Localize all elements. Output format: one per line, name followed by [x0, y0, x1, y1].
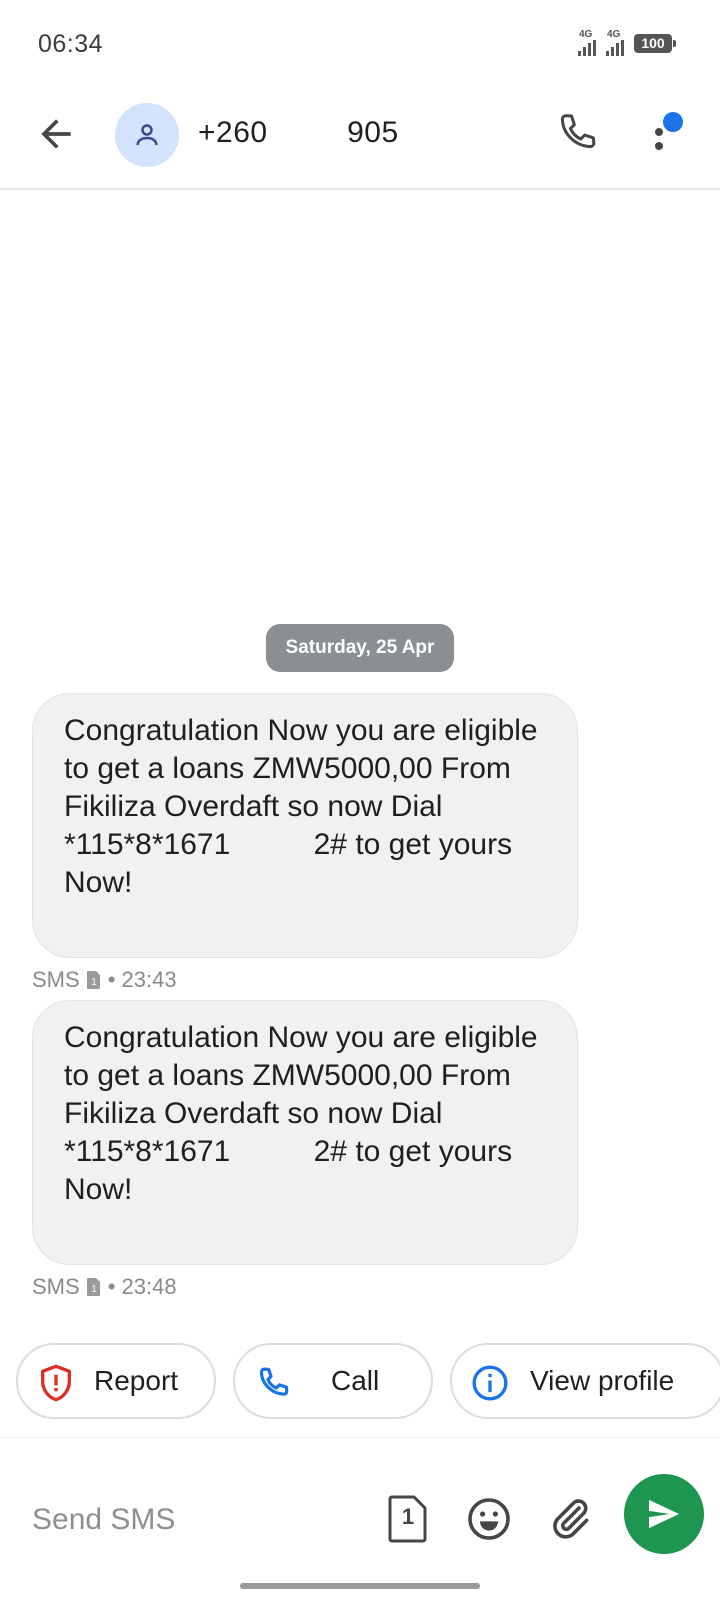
date-separator: Saturday, 25 Apr: [266, 624, 454, 672]
status-time: 06:34: [38, 30, 104, 58]
attach-button[interactable]: [546, 1495, 594, 1543]
send-button[interactable]: [624, 1474, 704, 1554]
message-bubble[interactable]: Congratulation Now you are eligible to g…: [32, 1000, 578, 1265]
back-arrow-icon: [41, 119, 71, 149]
avatar[interactable]: [115, 103, 179, 167]
status-icons: 4G 4G 100: [578, 30, 676, 56]
battery-icon: 100: [634, 33, 676, 53]
network-type-label: 4G: [607, 29, 621, 40]
svg-text:1: 1: [91, 977, 97, 988]
signal-icon: 4G: [578, 30, 596, 56]
message-meta: SMS 1 • 23:48: [32, 1274, 177, 1300]
paperclip-icon: [553, 1499, 589, 1539]
view-profile-chip-label: View profile: [530, 1365, 675, 1396]
sim-number: 1: [401, 1504, 415, 1529]
person-icon: [136, 124, 158, 146]
home-indicator[interactable]: [240, 1583, 480, 1589]
view-profile-chip[interactable]: View profile: [450, 1343, 720, 1419]
message-bubble[interactable]: Congratulation Now you are eligible to g…: [32, 693, 578, 958]
message-input[interactable]: [32, 1496, 352, 1544]
message-time: • 23:43: [107, 967, 177, 992]
svg-text:1: 1: [91, 1284, 97, 1295]
phone-icon: [560, 114, 596, 149]
back-button[interactable]: [34, 112, 78, 156]
notification-dot: [663, 112, 683, 132]
call-chip-label: Call: [331, 1365, 380, 1396]
network-type-label: 4G: [579, 29, 593, 40]
message-type: SMS: [32, 967, 80, 992]
sim-icon: 1: [86, 1278, 100, 1296]
phone-icon: [259, 1367, 289, 1396]
message-meta: SMS 1 • 23:43: [32, 967, 177, 993]
message-type: SMS: [32, 1274, 80, 1299]
emoji-button[interactable]: [465, 1495, 513, 1543]
battery-level: 100: [641, 35, 665, 51]
contact-name[interactable]: +260 905: [198, 116, 399, 150]
message-time: • 23:48: [107, 1274, 177, 1299]
signal-icon: 4G: [606, 30, 624, 56]
suggestion-chips: Report Call View profile: [16, 1343, 720, 1423]
status-bar: 06:34 4G 4G 100: [0, 0, 720, 90]
send-icon: [649, 1499, 679, 1529]
report-chip-label: Report: [94, 1365, 179, 1396]
compose-bar: 1: [0, 1437, 720, 1601]
call-chip[interactable]: Call: [233, 1343, 433, 1419]
sim-select-button[interactable]: 1: [386, 1494, 430, 1544]
sim-icon: 1: [86, 971, 100, 989]
call-button[interactable]: [552, 108, 604, 160]
report-chip[interactable]: Report: [16, 1343, 216, 1419]
shield-alert-icon: [41, 1364, 72, 1402]
info-icon: [472, 1365, 508, 1401]
conversation-header: +260 905: [0, 90, 720, 190]
emoji-icon: [468, 1498, 510, 1540]
